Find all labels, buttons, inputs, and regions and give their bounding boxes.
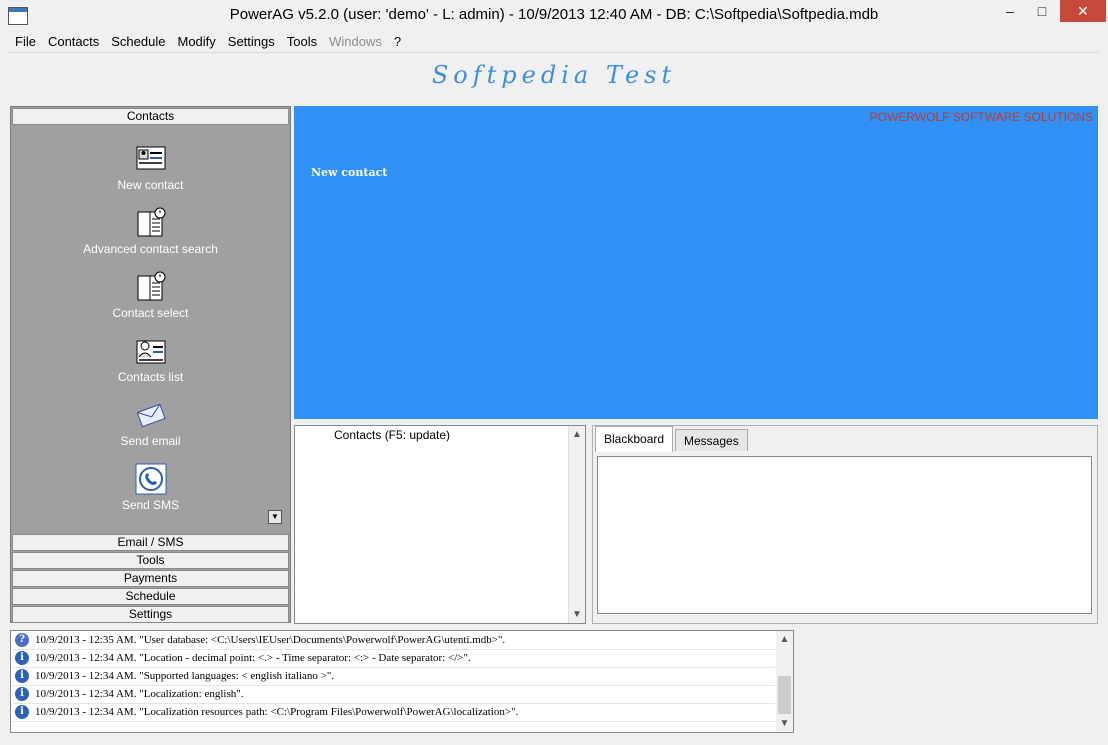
banner: Softpedia Test <box>9 52 1099 105</box>
maximize-button[interactable]: □ <box>1026 0 1058 22</box>
tool-contacts-list[interactable]: Contacts list <box>11 335 290 384</box>
info-icon: i <box>15 669 29 683</box>
contact-card-icon <box>136 146 165 170</box>
log-text: 10/9/2013 - 12:34 AM. "Supported languag… <box>35 670 335 682</box>
menu-file[interactable]: File <box>9 32 42 52</box>
log-panel[interactable]: ? 10/9/2013 - 12:35 AM. "User database: … <box>10 630 794 733</box>
tool-label: Contacts list <box>117 370 184 384</box>
tool-send-sms[interactable]: Send SMS <box>11 463 290 512</box>
log-text: 10/9/2013 - 12:34 AM. "Localization reso… <box>35 706 519 718</box>
sidebar-scroll-down-arrow[interactable]: ▼ <box>268 510 282 524</box>
log-text: 10/9/2013 - 12:35 AM. "User database: <C… <box>35 634 506 646</box>
notebook-clock-icon <box>137 207 165 237</box>
log-row: ? 10/9/2013 - 12:35 AM. "User database: … <box>13 632 775 650</box>
info-icon: i <box>15 705 29 719</box>
minimize-button[interactable]: – <box>994 0 1026 22</box>
tool-label: Send SMS <box>121 498 180 512</box>
sidebar-header-contacts[interactable]: Contacts <box>12 108 289 125</box>
sidebar-header-settings[interactable]: Settings <box>12 606 289 623</box>
close-button[interactable]: ✕ <box>1060 0 1106 22</box>
tool-label: Advanced contact search <box>83 242 218 256</box>
menu-help[interactable]: ? <box>388 32 407 52</box>
tool-send-email[interactable]: Send email <box>11 399 290 448</box>
sidebar-header-tools[interactable]: Tools <box>12 552 289 569</box>
contacts-panel[interactable]: Contacts (F5: update) ▲ ▼ <box>294 425 586 624</box>
log-text: 10/9/2013 - 12:34 AM. "Location - decima… <box>35 652 471 664</box>
tool-new-contact[interactable]: New contact <box>11 143 290 192</box>
log-text: 10/9/2013 - 12:34 AM. "Localization: eng… <box>35 688 244 700</box>
sidebar: Contacts New contact Advanced contact se… <box>10 106 291 623</box>
tab-messages[interactable]: Messages <box>675 429 748 451</box>
contacts-panel-header: Contacts (F5: update) <box>334 428 451 442</box>
log-row: i 10/9/2013 - 12:34 AM. "Localization: e… <box>13 686 775 704</box>
menu-windows: Windows <box>329 34 382 49</box>
tool-label: New contact <box>117 178 184 192</box>
log-row: i 10/9/2013 - 12:34 AM. "Supported langu… <box>13 668 775 686</box>
menu-settings[interactable]: Settings <box>222 32 281 52</box>
log-scrollbar[interactable]: ▲ ▼ <box>776 631 793 732</box>
menu-bar: File Contacts Schedule Modify Settings Tools W… <box>9 32 1099 52</box>
log-scroll-up-arrow[interactable]: ▲ <box>776 631 793 648</box>
contacts-scrollbar[interactable]: ▲ ▼ <box>568 426 585 623</box>
banner-title: Softpedia Test <box>431 61 677 89</box>
scroll-up-arrow[interactable]: ▲ <box>569 426 585 443</box>
tool-label: Contact select <box>112 306 189 320</box>
blackboard-content[interactable] <box>597 456 1092 614</box>
notebook-clock-icon <box>137 271 165 301</box>
sidebar-header-payments[interactable]: Payments <box>12 570 289 587</box>
main-panel: POWERWOLF SOFTWARE SOLUTIONS New contact <box>294 106 1098 419</box>
contacts-list-icon <box>136 340 165 364</box>
tool-label: Send email <box>120 434 181 448</box>
tool-advanced-contact-search[interactable]: Advanced contact search <box>11 207 290 256</box>
sidebar-header-schedule[interactable]: Schedule <box>12 588 289 605</box>
menu-tools[interactable]: Tools <box>281 32 323 52</box>
log-row: i 10/9/2013 - 12:34 AM. "Location - deci… <box>13 650 775 668</box>
tool-contact-select[interactable]: Contact select <box>11 271 290 320</box>
phone-icon <box>135 463 166 495</box>
info-icon: i <box>15 651 29 665</box>
menu-modify[interactable]: Modify <box>171 32 221 52</box>
brand-label: POWERWOLF SOFTWARE SOLUTIONS <box>869 110 1093 124</box>
log-scroll-thumb[interactable] <box>778 676 791 714</box>
log-row: i 10/9/2013 - 12:34 AM. "Localization re… <box>13 704 775 722</box>
new-contact-link[interactable]: New contact <box>311 166 387 179</box>
title-bar: PowerAG v5.2.0 (user: 'demo' - L: admin)… <box>0 0 1108 30</box>
envelope-icon <box>136 403 166 428</box>
log-scroll-down-arrow[interactable]: ▼ <box>776 715 793 732</box>
sidebar-header-email-sms[interactable]: Email / SMS <box>12 534 289 551</box>
question-icon: ? <box>15 633 29 647</box>
menu-schedule[interactable]: Schedule <box>105 32 171 52</box>
window-title: PowerAG v5.2.0 (user: 'demo' - L: admin)… <box>229 6 879 23</box>
menu-contacts[interactable]: Contacts <box>42 32 105 52</box>
scroll-down-arrow[interactable]: ▼ <box>569 606 585 623</box>
tab-blackboard[interactable]: Blackboard <box>595 426 674 452</box>
info-icon: i <box>15 687 29 701</box>
tabs-area: Blackboard Messages <box>592 425 1098 624</box>
